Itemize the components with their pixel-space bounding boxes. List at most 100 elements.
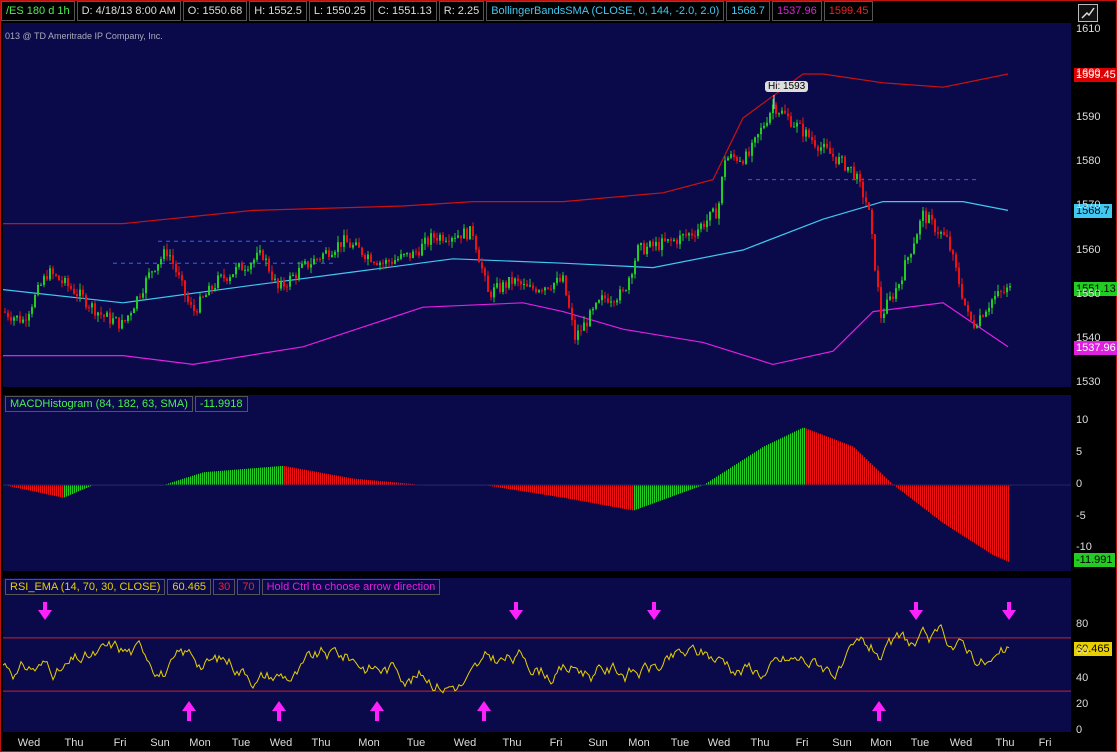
candle-body [715, 208, 717, 219]
histogram-bar [370, 480, 372, 485]
candle-body [340, 242, 342, 247]
candle-body [886, 299, 888, 314]
histogram-bar [664, 485, 666, 500]
candle-body [742, 160, 744, 164]
histogram-bar [746, 457, 748, 485]
candle-body [193, 304, 195, 312]
histogram-bar [250, 468, 252, 485]
buy-arrow-icon[interactable] [872, 701, 886, 721]
candle-body [913, 243, 915, 254]
histogram-bar [524, 485, 526, 492]
time-axis[interactable]: Wed Thu Fri Sun Mon Tue Wed Thu Mon Tue Wed Thu Fri S… [1, 734, 1071, 750]
histogram-bar [584, 485, 586, 502]
candle-body [250, 263, 252, 270]
sell-arrow-icon[interactable] [647, 602, 661, 620]
candle-body [859, 173, 861, 182]
candle-body [445, 240, 447, 242]
histogram-bar [344, 477, 346, 485]
macd-pane[interactable]: MACDHistogram (84, 182, 63, SMA) -11.991… [3, 395, 1071, 571]
histogram-bar [598, 485, 600, 505]
histogram-bar [806, 428, 808, 485]
histogram-bar [562, 485, 564, 498]
histogram-bar [542, 485, 544, 495]
axis-tick: 1570 [1076, 199, 1101, 211]
histogram-bar [926, 485, 928, 511]
histogram-bar [878, 470, 880, 485]
histogram-bar [750, 454, 752, 485]
axis-tick: 1600 [1076, 67, 1101, 79]
histogram-bar [720, 474, 722, 485]
candle-body [7, 312, 9, 318]
histogram-bar [556, 485, 558, 497]
histogram-bar [64, 485, 66, 498]
price-axis[interactable]: 1599.45 1568.7 1551.13 1537.96 1610 1600 1… [1073, 23, 1117, 388]
candle-body [433, 233, 435, 238]
histogram-bar [908, 485, 910, 497]
candle-body [178, 272, 180, 276]
buy-arrow-icon[interactable] [370, 701, 384, 721]
histogram-bar [50, 485, 52, 495]
sell-arrow-icon[interactable] [509, 602, 523, 620]
buy-arrow-icon[interactable] [182, 701, 196, 721]
rsi-axis[interactable]: 60.465 80 60 40 20 0 [1073, 578, 1116, 736]
buy-arrow-icon[interactable] [272, 701, 286, 721]
histogram-bar [532, 485, 534, 493]
candle-body [724, 160, 726, 177]
study-label[interactable]: BollingerBandsSMA (CLOSE, 0, 144, -2.0, … [486, 1, 725, 21]
histogram-bar [346, 477, 348, 485]
day-label: Thu [311, 737, 331, 749]
macd-axis[interactable]: -11.991 10 5 0 -5 -10 [1073, 395, 1116, 571]
histogram-bar [904, 485, 906, 494]
symbol-label[interactable]: /ES 180 d 1h [1, 1, 75, 21]
candle-body [238, 263, 240, 268]
sell-arrow-icon[interactable] [1002, 602, 1016, 620]
candle-body [439, 234, 441, 241]
candle-body [277, 278, 279, 289]
histogram-bar [520, 485, 522, 491]
candle-body [775, 104, 777, 114]
histogram-bar [512, 485, 514, 490]
histogram-bar [870, 462, 872, 485]
histogram-bar [198, 473, 200, 485]
histogram-bar [652, 485, 654, 504]
histogram-bar [32, 485, 34, 492]
candle-body [316, 258, 318, 260]
candle-body [304, 261, 306, 264]
histogram-bar [58, 485, 60, 497]
histogram-bar [578, 485, 580, 501]
candle-body [169, 255, 171, 257]
price-pane[interactable]: 013 @ TD Ameritrade IP Company, Inc. Hi:… [3, 23, 1071, 387]
histogram-bar [920, 485, 922, 506]
buy-arrow-icon[interactable] [477, 701, 491, 721]
rsi-pane[interactable]: RSI_EMA (14, 70, 30, CLOSE) 60.465 30 70… [3, 578, 1071, 732]
candle-body [760, 127, 762, 135]
histogram-bar [186, 477, 188, 485]
candle-body [820, 147, 822, 151]
histogram-bar [898, 485, 900, 489]
histogram-bar [200, 473, 202, 485]
histogram-bar [1002, 485, 1004, 560]
candle-body [487, 275, 489, 292]
axis-tick: 5 [1076, 446, 1083, 458]
histogram-bar [962, 485, 964, 536]
histogram-bar [984, 485, 986, 550]
candle-body [736, 157, 738, 162]
candle-body [721, 176, 723, 204]
candle-body [964, 298, 966, 305]
candle-body [883, 313, 885, 318]
candle-body [667, 239, 669, 241]
histogram-bar [742, 460, 744, 485]
candle-body [412, 251, 414, 259]
sell-arrow-icon[interactable] [909, 602, 923, 620]
candle-body [115, 317, 117, 319]
expand-icon[interactable] [1078, 4, 1098, 22]
sell-arrow-icon[interactable] [38, 602, 52, 620]
histogram-bar [672, 485, 674, 497]
candle-body [46, 276, 48, 280]
histogram-bar [934, 485, 936, 517]
candle-body [676, 239, 678, 245]
candle-body [619, 289, 621, 301]
histogram-bar [356, 478, 358, 485]
histogram-bar [202, 472, 204, 485]
candle-body [466, 228, 468, 240]
